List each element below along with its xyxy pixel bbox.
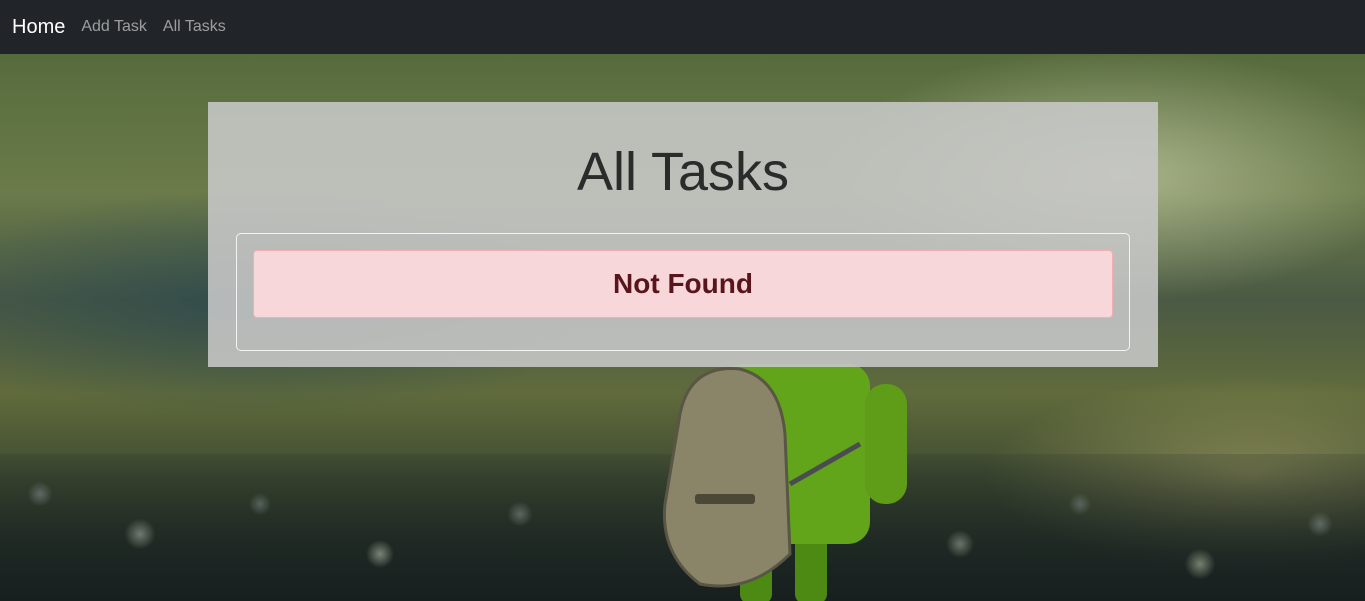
nav-home-link[interactable]: Home	[12, 0, 65, 54]
content-panel: All Tasks Not Found	[208, 102, 1158, 367]
nav-add-task-link[interactable]: Add Task	[81, 0, 147, 54]
not-found-alert: Not Found	[253, 250, 1113, 318]
alert-message: Not Found	[613, 268, 753, 299]
results-container: Not Found	[236, 233, 1130, 351]
nav-all-tasks-link[interactable]: All Tasks	[163, 0, 226, 54]
top-navbar: Home Add Task All Tasks	[0, 0, 1365, 54]
page-title: All Tasks	[576, 142, 790, 202]
